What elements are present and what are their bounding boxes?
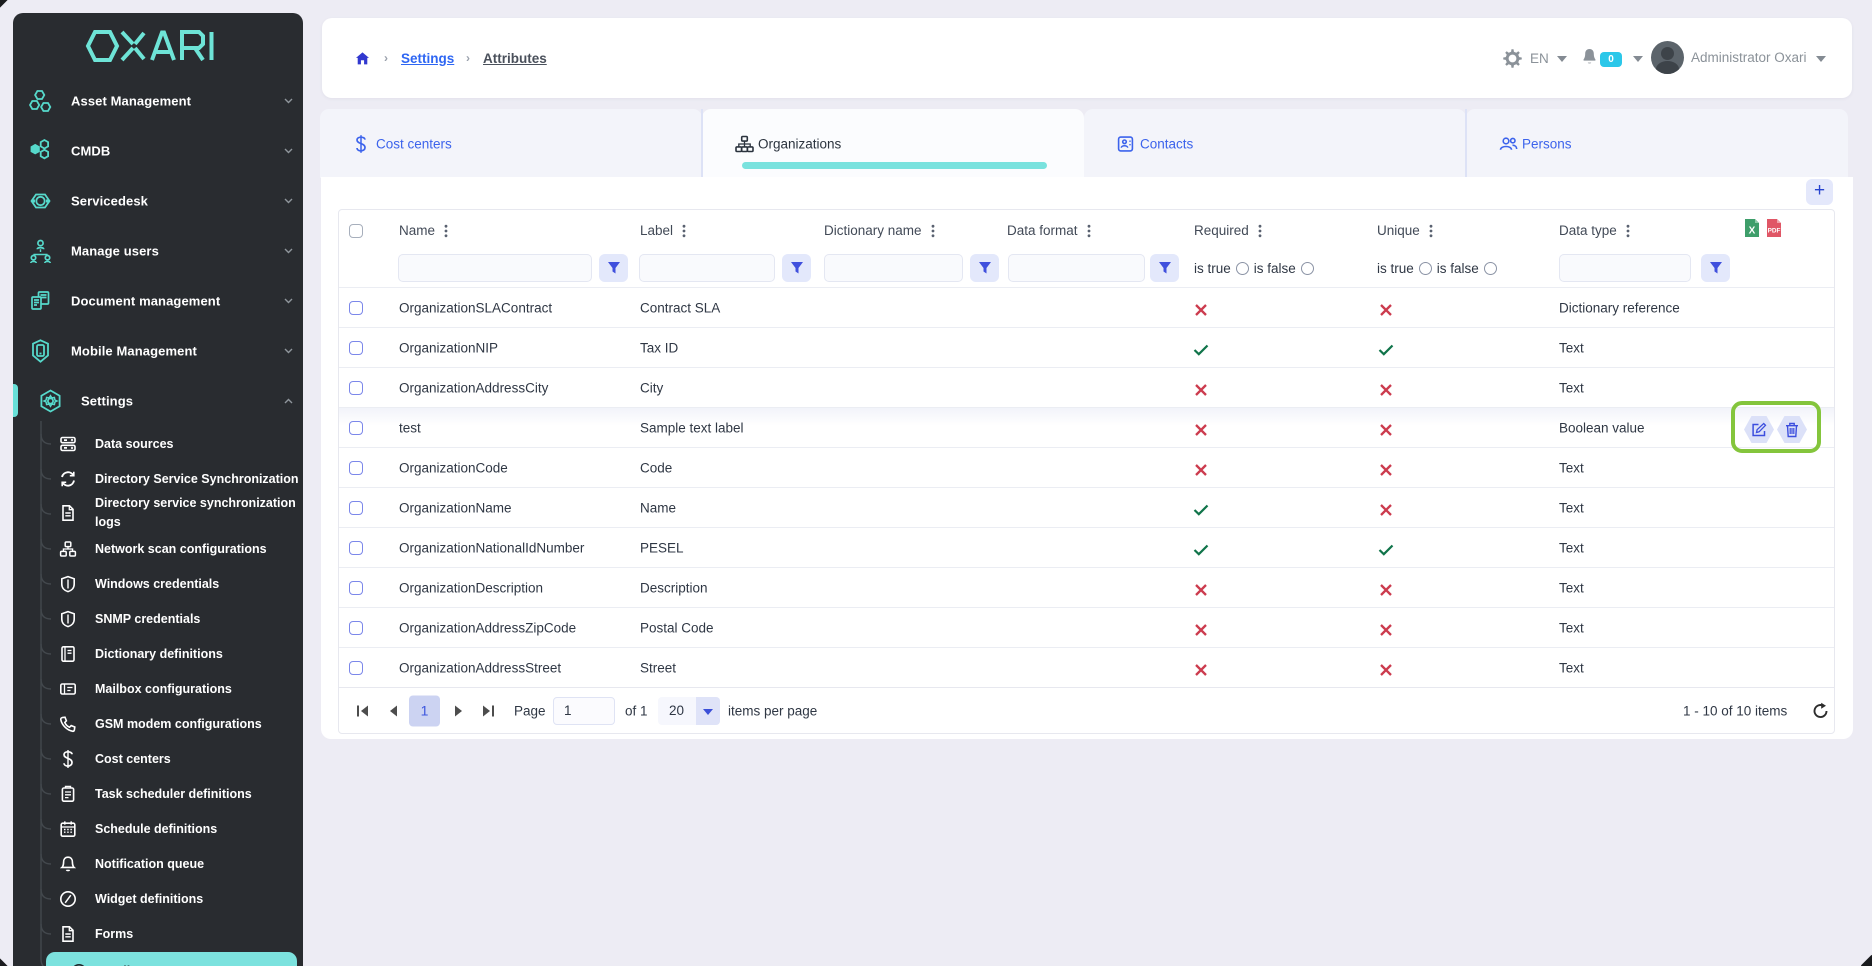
svg-text:PDF: PDF <box>1768 228 1781 235</box>
svg-text:X: X <box>1749 226 1756 237</box>
